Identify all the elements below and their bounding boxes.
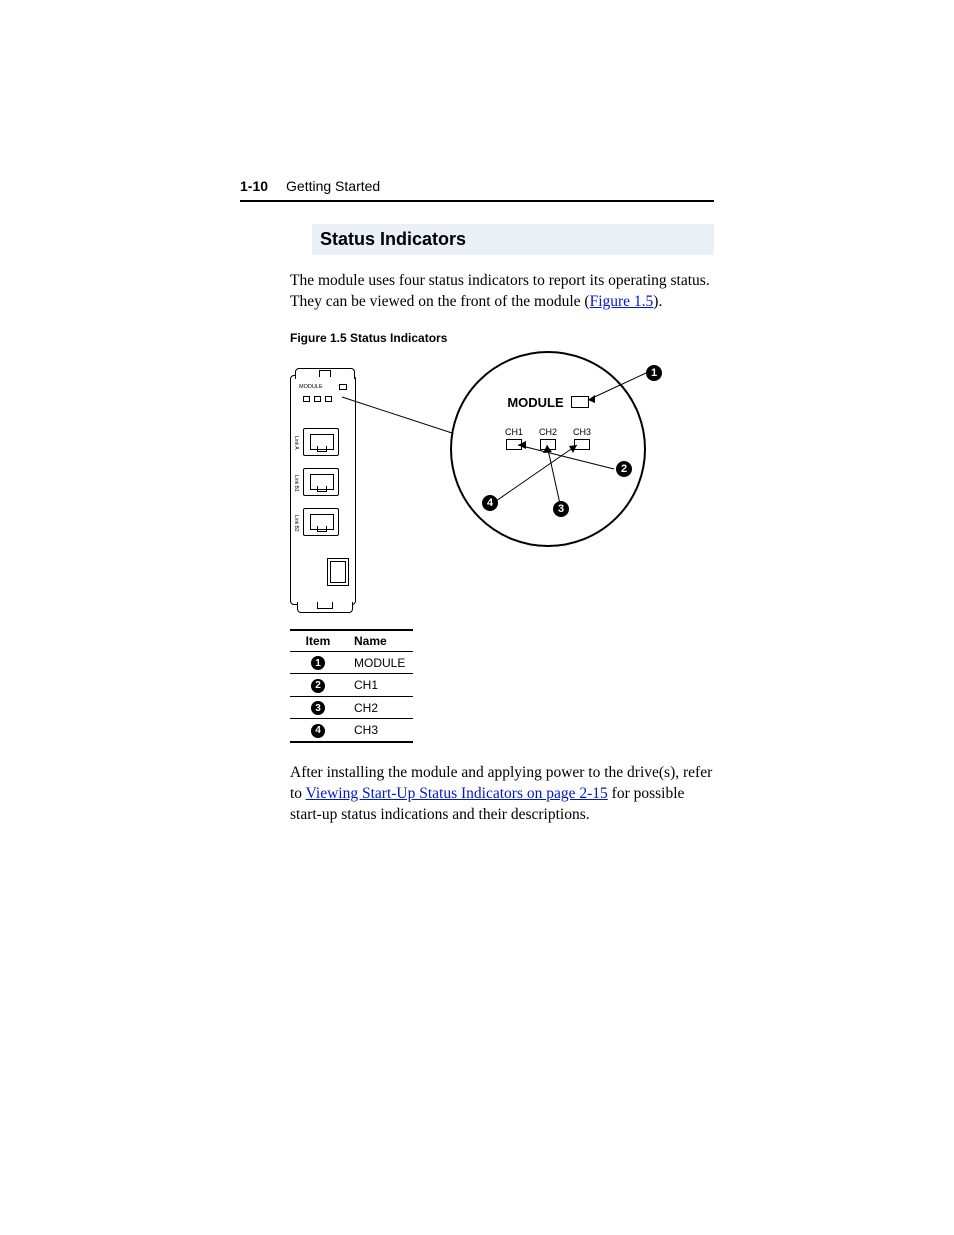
header-rule bbox=[240, 200, 714, 202]
intro-paragraph: The module uses four status indicators t… bbox=[290, 271, 714, 313]
figure-1-5: MODULE Link A Link B1 Link B2 MODULE bbox=[290, 351, 720, 621]
table-row: 1 MODULE bbox=[290, 651, 413, 674]
intro-post: ). bbox=[653, 293, 662, 310]
callout-4: 4 bbox=[482, 495, 498, 511]
legend-bullet-2: 2 bbox=[311, 679, 325, 693]
legend-name-3: CH2 bbox=[346, 696, 413, 719]
legend-name-4: CH3 bbox=[346, 719, 413, 742]
page-header: 1-10 Getting Started bbox=[240, 178, 714, 194]
legend-header-item: Item bbox=[290, 630, 346, 652]
cross-ref-link[interactable]: Viewing Start-Up Status Indicators on pa… bbox=[306, 785, 608, 802]
callout-2: 2 bbox=[616, 461, 632, 477]
table-row: 3 CH2 bbox=[290, 696, 413, 719]
callout-3: 3 bbox=[553, 501, 569, 517]
legend-header-name: Name bbox=[346, 630, 413, 652]
figure-caption: Figure 1.5 Status Indicators bbox=[290, 331, 714, 345]
legend-bullet-4: 4 bbox=[311, 724, 325, 738]
section-title: Status Indicators bbox=[312, 224, 714, 255]
callout-1: 1 bbox=[646, 365, 662, 381]
table-row: 2 CH1 bbox=[290, 674, 413, 697]
figure-ref-link[interactable]: Figure 1.5 bbox=[590, 293, 654, 310]
page-number: 1-10 bbox=[240, 178, 268, 194]
legend-name-2: CH1 bbox=[346, 674, 413, 697]
legend-name-1: MODULE bbox=[346, 651, 413, 674]
leader-lines bbox=[290, 351, 720, 621]
table-row: 4 CH3 bbox=[290, 719, 413, 742]
legend-table: Item Name 1 MODULE 2 CH1 3 CH2 4 CH3 bbox=[290, 629, 413, 743]
outro-paragraph: After installing the module and applying… bbox=[290, 763, 714, 826]
legend-bullet-1: 1 bbox=[311, 656, 325, 670]
legend-bullet-3: 3 bbox=[311, 701, 325, 715]
chapter-title: Getting Started bbox=[286, 178, 380, 194]
